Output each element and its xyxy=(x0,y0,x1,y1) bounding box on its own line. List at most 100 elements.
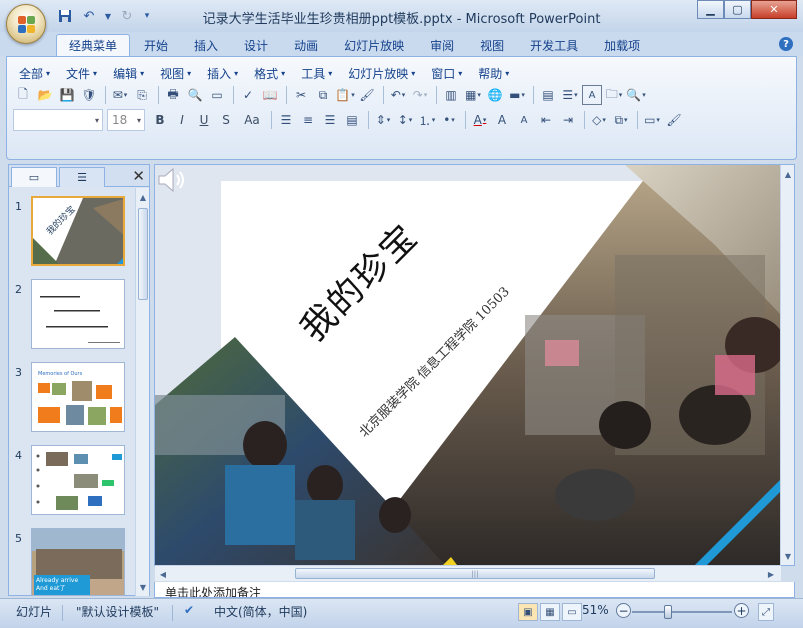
slide-horizontal-scrollbar[interactable]: ◀ ||| ▶ xyxy=(155,565,781,581)
tab-slideshow[interactable]: 幻灯片放映 xyxy=(332,34,416,56)
zoom-slider[interactable] xyxy=(632,605,732,619)
undo-icon[interactable]: ↶ ▾ xyxy=(388,85,408,105)
format-painter-icon[interactable]: 🖌 xyxy=(357,85,377,105)
new-icon[interactable]: 🗋 xyxy=(13,85,33,105)
align-center-icon[interactable]: ≡ xyxy=(298,110,318,130)
textbox-icon[interactable]: A xyxy=(582,85,602,105)
tab-insert[interactable]: 插入 xyxy=(182,34,230,56)
zoom-icon[interactable]: 🔍 ▾ xyxy=(626,85,646,105)
scroll-down-icon[interactable]: ▼ xyxy=(137,580,149,594)
maximize-button[interactable]: ▢ xyxy=(724,0,751,19)
underline-button[interactable]: U xyxy=(193,110,215,130)
normal-view-button[interactable]: ▣ xyxy=(518,603,538,621)
bold-button[interactable]: B xyxy=(149,110,171,130)
tab-developer[interactable]: 开发工具 xyxy=(518,34,590,56)
folder-icon[interactable]: 🗀 ▾ xyxy=(604,85,624,105)
zoom-in-button[interactable]: + xyxy=(734,603,749,618)
research-icon[interactable]: 📖 xyxy=(260,85,280,105)
decrease-indent-icon[interactable]: ⇤ xyxy=(536,110,556,130)
tab-review[interactable]: 审阅 xyxy=(418,34,466,56)
font-size-field[interactable]: 18 ▾ xyxy=(107,109,145,131)
scroll-left-icon[interactable]: ◀ xyxy=(157,567,169,581)
print-preview-icon[interactable]: 🔍 xyxy=(185,85,205,105)
bullets-icon[interactable]: • ▾ xyxy=(439,110,459,130)
zoom-out-button[interactable]: − xyxy=(616,603,631,618)
menu-tools[interactable]: 工具 ▾ xyxy=(295,63,338,84)
tab-home[interactable]: 开始 xyxy=(132,34,180,56)
language-indicator[interactable]: 中文(简体，中国) xyxy=(214,603,307,620)
slides-tab[interactable]: ▭ xyxy=(11,167,57,187)
print-icon[interactable]: 🖶 xyxy=(163,85,183,105)
slide-vertical-scrollbar[interactable]: ▲ ▼ xyxy=(780,165,794,565)
cut-icon[interactable]: ✂ xyxy=(291,85,311,105)
thumbnail-slide-1[interactable]: 我的珍宝 xyxy=(31,196,125,266)
publish-icon[interactable]: ⎘ xyxy=(132,85,152,105)
arrange-icon[interactable]: ⧉ ▾ xyxy=(611,110,631,130)
menu-help[interactable]: 帮助 ▾ xyxy=(472,63,515,84)
increase-indent-icon[interactable]: ⇥ xyxy=(558,110,578,130)
chart-icon[interactable]: ▥ xyxy=(441,85,461,105)
scroll-up-icon[interactable]: ▲ xyxy=(782,167,794,181)
thumbnail-slide-4[interactable] xyxy=(31,445,125,515)
menu-view[interactable]: 视图 ▾ xyxy=(154,63,197,84)
table-icon[interactable]: ▦ ▾ xyxy=(463,85,483,105)
align-left-icon[interactable]: ☰ xyxy=(276,110,296,130)
tab-addins[interactable]: 加载项 xyxy=(592,34,652,56)
slide-sorter-button[interactable]: ▦ xyxy=(540,603,560,621)
tab-animation[interactable]: 动画 xyxy=(282,34,330,56)
text-direction-icon[interactable]: ⇕ ▾ xyxy=(373,110,393,130)
new-slide-icon[interactable]: ▤ xyxy=(538,85,558,105)
tab-design[interactable]: 设计 xyxy=(232,34,280,56)
font-color-icon[interactable]: A ▾ xyxy=(470,110,490,130)
thumbnail-slide-3[interactable]: Memories of Ours xyxy=(31,362,125,432)
fit-to-window-button[interactable]: ⤢ xyxy=(758,603,774,621)
thumbnail-slide-2[interactable] xyxy=(31,279,125,349)
scroll-right-icon[interactable]: ▶ xyxy=(765,567,777,581)
tab-view[interactable]: 视图 xyxy=(468,34,516,56)
scroll-up-icon[interactable]: ▲ xyxy=(137,190,149,204)
menu-insert[interactable]: 插入 ▾ xyxy=(201,63,244,84)
thumbnail-scrollbar[interactable]: ▲ ▼ xyxy=(135,188,149,596)
zoom-level[interactable]: 51% xyxy=(582,603,609,617)
menu-all[interactable]: 全部 ▾ xyxy=(13,63,56,84)
change-case-button[interactable]: Aa xyxy=(237,110,267,130)
grow-font-icon[interactable]: A xyxy=(492,110,512,130)
spell-check-icon[interactable]: ✔ xyxy=(184,603,194,617)
menu-format[interactable]: 格式 ▾ xyxy=(248,63,291,84)
scroll-thumb[interactable] xyxy=(138,208,148,300)
shape-fill-icon[interactable]: 🖌 xyxy=(664,110,684,130)
close-pane-icon[interactable]: ✕ xyxy=(132,167,145,185)
scroll-thumb[interactable]: ||| xyxy=(295,568,655,579)
slide-view-icon[interactable]: ▭ xyxy=(207,85,227,105)
menu-edit[interactable]: 编辑 ▾ xyxy=(107,63,150,84)
layout-icon[interactable]: ☰ ▾ xyxy=(560,85,580,105)
grayscale-icon[interactable]: ▬ ▾ xyxy=(507,85,527,105)
permission-icon[interactable]: 🛡 xyxy=(79,85,99,105)
line-spacing-icon[interactable]: ↕ ▾ xyxy=(395,110,415,130)
menu-file[interactable]: 文件 ▾ xyxy=(60,63,103,84)
zoom-slider-knob[interactable] xyxy=(664,605,672,619)
email-icon[interactable]: ✉ ▾ xyxy=(110,85,130,105)
italic-button[interactable]: I xyxy=(171,110,193,130)
tab-classic-menu[interactable]: 经典菜单 xyxy=(56,34,131,56)
minimize-button[interactable]: ▁ xyxy=(697,0,724,19)
office-button[interactable] xyxy=(6,4,46,44)
shapes-icon[interactable]: ◇ ▾ xyxy=(589,110,609,130)
copy-icon[interactable]: ⧉ xyxy=(313,85,333,105)
quick-styles-icon[interactable]: ▭ ▾ xyxy=(642,110,662,130)
align-right-icon[interactable]: ☰ xyxy=(320,110,340,130)
menu-slideshow[interactable]: 幻灯片放映 ▾ xyxy=(342,63,421,84)
save-icon[interactable]: 💾 xyxy=(57,85,77,105)
menu-window[interactable]: 窗口 ▾ xyxy=(425,63,468,84)
outline-tab[interactable]: ☰ xyxy=(59,167,105,187)
speaker-icon[interactable] xyxy=(155,165,187,195)
hyperlink-icon[interactable]: 🌐 xyxy=(485,85,505,105)
spelling-icon[interactable]: ✓ xyxy=(238,85,258,105)
font-name-field[interactable]: ▾ xyxy=(13,109,103,131)
slideshow-button[interactable]: ▭ xyxy=(562,603,582,621)
paste-icon[interactable]: 📋 ▾ xyxy=(335,85,355,105)
current-slide[interactable]: 我的珍宝 北京服装学院 信息工程学院 10503 xyxy=(155,165,781,565)
redo-icon[interactable]: ↷ ▾ xyxy=(410,85,430,105)
open-icon[interactable]: 📂 xyxy=(35,85,55,105)
scroll-down-icon[interactable]: ▼ xyxy=(782,549,794,563)
